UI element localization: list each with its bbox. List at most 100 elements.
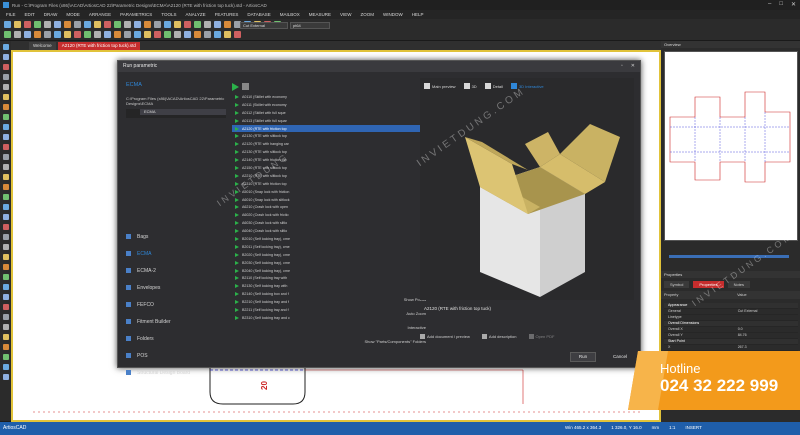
tab-detail[interactable]: Detail	[484, 82, 503, 90]
toolbar-tool-icon[interactable]	[114, 31, 121, 38]
box-3d-preview[interactable]	[420, 92, 634, 297]
standard-list-item[interactable]: A2140 (RTE with friction top	[232, 156, 420, 164]
maximize-icon[interactable]: □	[779, 1, 783, 8]
standard-list-item[interactable]: A6010 (Snap lock with slitlock	[232, 196, 420, 204]
menu-mailbox[interactable]: MAILBOX	[280, 12, 300, 17]
standard-list-item[interactable]: A6030 (Crash lock with slitlo	[232, 219, 420, 227]
drawing-tool-icon[interactable]	[2, 284, 9, 290]
overview-panel[interactable]	[664, 51, 798, 241]
standard-list-item[interactable]: A6040 (Crash lock with slitlo	[232, 227, 420, 235]
drawing-tool-icon[interactable]	[2, 54, 9, 60]
toolbar-tool-icon[interactable]	[144, 21, 151, 28]
drawing-tool-icon[interactable]	[2, 244, 9, 250]
standard-list-item[interactable]: A2310 (RTE with friction top	[232, 180, 420, 188]
menu-measure[interactable]: MEASURE	[309, 12, 331, 17]
menu-help[interactable]: HELP	[412, 12, 424, 17]
dialog-close-icon[interactable]: ✕	[631, 61, 635, 72]
standard-list-item[interactable]: B2110 (Self locking tray with	[232, 274, 420, 282]
standard-list-item[interactable]: B2020 (Self locking tray), cme	[232, 251, 420, 259]
toolbar-tool-icon[interactable]	[44, 21, 51, 28]
tab-main-preview[interactable]: Main preview	[424, 82, 456, 90]
category-fitment-builder[interactable]: Fitment Builder	[126, 313, 190, 330]
drawing-tool-icon[interactable]	[2, 214, 9, 220]
menu-zoom[interactable]: ZOOM	[361, 12, 375, 17]
toolbar-tool-icon[interactable]	[64, 21, 71, 28]
menu-parametrics[interactable]: PARAMETRICS	[120, 12, 152, 17]
menu-window[interactable]: WINDOW	[383, 12, 403, 17]
drawing-tool-icon[interactable]	[2, 94, 9, 100]
category-pos[interactable]: POS	[126, 347, 190, 364]
drawing-tool-icon[interactable]	[2, 64, 9, 70]
status-units[interactable]: mm	[652, 425, 660, 430]
toolbar-tool-icon[interactable]	[164, 31, 171, 38]
toolbar-tool-icon[interactable]	[64, 31, 71, 38]
drawing-tool-icon[interactable]	[2, 114, 9, 120]
standard-list-item[interactable]: A0111 (Skillet with economy	[232, 101, 420, 109]
toolbar-tool-icon[interactable]	[104, 21, 111, 28]
run-button[interactable]: Run	[570, 352, 596, 362]
toolbar-tool-icon[interactable]	[34, 21, 41, 28]
option-auto-zoom[interactable]: Auto Zoom	[352, 311, 426, 316]
category-structural-design-board[interactable]: Structural Design Board	[126, 364, 190, 381]
tab-3d[interactable]: 3D	[463, 82, 477, 90]
toolbar-tool-icon[interactable]	[34, 31, 41, 38]
category-fefco[interactable]: FEFCO	[126, 296, 190, 313]
drawing-tool-icon[interactable]	[2, 234, 9, 240]
list-view-icon[interactable]	[242, 83, 249, 90]
drawing-tool-icon[interactable]	[2, 184, 9, 190]
standard-list-item[interactable]: A5010 (Snap lock with friction	[232, 188, 420, 196]
toolbar-tool-icon[interactable]	[234, 31, 241, 38]
menu-draw[interactable]: DRAW	[44, 12, 58, 17]
toolbar-tool-icon[interactable]	[194, 31, 201, 38]
toolbar-tool-icon[interactable]	[184, 31, 191, 38]
drawing-tool-icon[interactable]	[2, 274, 9, 280]
tab-welcome[interactable]: Welcome	[29, 42, 56, 50]
toolbar-tool-icon[interactable]	[144, 31, 151, 38]
drawing-tool-icon[interactable]	[2, 104, 9, 110]
toolbar-tool-icon[interactable]	[204, 21, 211, 28]
toolbar-tool-icon[interactable]	[214, 21, 221, 28]
drawing-tool-icon[interactable]	[2, 194, 9, 200]
menu-database[interactable]: DATABASE	[247, 12, 270, 17]
drawing-tool-icon[interactable]	[2, 334, 9, 340]
toolbar-tool-icon[interactable]	[134, 31, 141, 38]
standard-list-item[interactable]: B2011 (Self locking tray), cme	[232, 243, 420, 251]
toolbar-tool-icon[interactable]	[194, 21, 201, 28]
standard-list-item[interactable]: A2120 (RTE with friction top	[232, 124, 420, 133]
toolbar-tool-icon[interactable]	[184, 21, 191, 28]
category-bags[interactable]: Bags	[126, 228, 190, 245]
standard-list-item[interactable]: A6210 (Crash lock with open	[232, 203, 420, 211]
toolbar-tool-icon[interactable]	[204, 31, 211, 38]
drawing-tool-icon[interactable]	[2, 204, 9, 210]
standard-list-item[interactable]: A2120 (RTE with hanging car	[232, 140, 420, 148]
toolbar-tool-icon[interactable]	[14, 21, 21, 28]
drawing-tool-icon[interactable]	[2, 294, 9, 300]
library-tree-selected[interactable]: ECMA	[140, 109, 226, 115]
drawing-tool-icon[interactable]	[2, 134, 9, 140]
option-show-points[interactable]: Show Points	[352, 297, 426, 302]
category-folders[interactable]: Folders	[126, 330, 190, 347]
toolbar-tool-icon[interactable]	[154, 31, 161, 38]
pointsize-select[interactable]: pt64	[290, 22, 330, 29]
toolbar-tool-icon[interactable]	[214, 31, 221, 38]
drawing-tool-icon[interactable]	[2, 324, 9, 330]
tab-active-document[interactable]: A2120 (RTE with friction top tuck).std	[57, 42, 140, 50]
standard-list-item[interactable]: B2130 (Self locking tray with	[232, 282, 420, 290]
standard-list-item[interactable]: A6020 (Crash lock with frictio	[232, 211, 420, 219]
standard-list-item[interactable]: A2130 (RTE with slitlock top	[232, 132, 420, 140]
drawing-tool-icon[interactable]	[2, 364, 9, 370]
menu-view[interactable]: VIEW	[340, 12, 352, 17]
drawing-tool-icon[interactable]	[2, 374, 9, 380]
toolbar-tool-icon[interactable]	[154, 21, 161, 28]
toolbar-tool-icon[interactable]	[224, 21, 231, 28]
toolbar-tool-icon[interactable]	[74, 31, 81, 38]
dialog-restore-icon[interactable]: ▫	[621, 61, 623, 72]
toolbar-tool-icon[interactable]	[124, 31, 131, 38]
drawing-tool-icon[interactable]	[2, 154, 9, 160]
drawing-tool-icon[interactable]	[2, 44, 9, 50]
menu-arrange[interactable]: ARRANGE	[89, 12, 111, 17]
toolbar-tool-icon[interactable]	[74, 21, 81, 28]
category-ecma-2[interactable]: ECMA-2	[126, 262, 190, 279]
toolbar-tool-icon[interactable]	[54, 21, 61, 28]
minimize-icon[interactable]: –	[768, 1, 771, 8]
